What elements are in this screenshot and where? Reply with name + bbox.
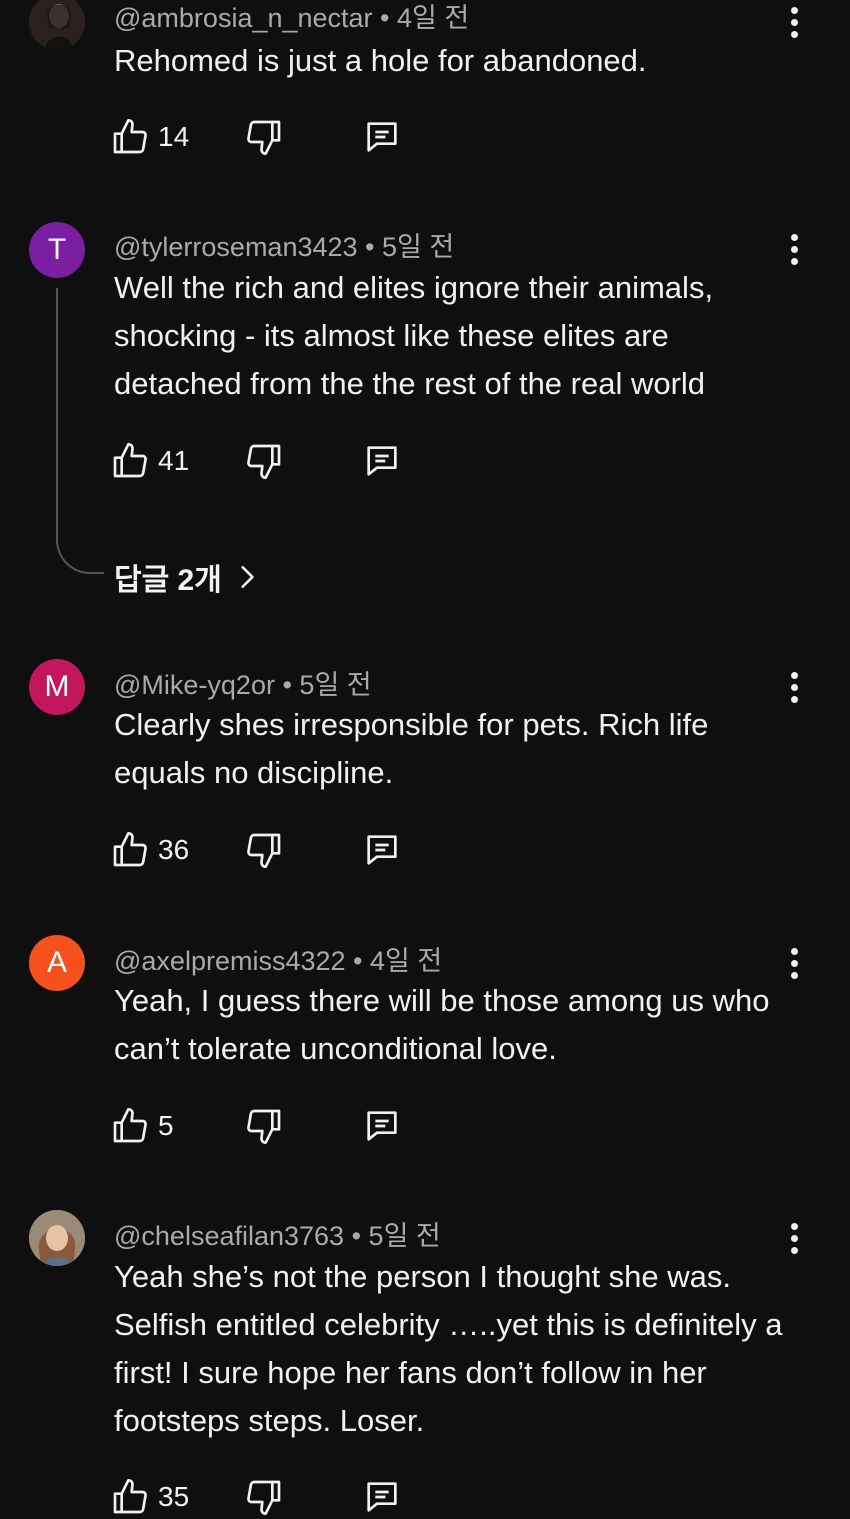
more-vert-icon — [790, 947, 798, 955]
thumb-down-icon — [247, 1480, 281, 1515]
comment-reply-icon — [367, 1482, 397, 1512]
comment-author[interactable]: @axelpremiss4322 — [114, 946, 346, 976]
thumb-down-icon — [247, 444, 281, 479]
avatar-letter: M — [44, 670, 70, 703]
chevron-right-icon — [241, 565, 254, 589]
like-count: 14 — [158, 121, 190, 152]
comment-text: Yeah, I guess there will be those among … — [114, 983, 770, 1066]
thumb-up-icon — [113, 1108, 147, 1143]
avatar[interactable] — [29, 0, 85, 50]
thumb-down-icon — [247, 1109, 281, 1144]
dislike-button[interactable] — [244, 1104, 284, 1148]
comment-time: 5일 전 — [382, 232, 455, 262]
comment-reply-icon — [367, 446, 397, 476]
meta-separator: • — [372, 3, 398, 33]
meta-separator: • — [344, 1221, 369, 1251]
comment-reply-icon — [367, 1111, 397, 1141]
meta-separator: • — [345, 946, 370, 976]
reply-button[interactable] — [362, 1104, 402, 1148]
meta-separator: • — [357, 232, 382, 262]
comment-text: Clearly shes irresponsible for pets. Ric… — [114, 707, 709, 790]
dislike-button[interactable] — [244, 1475, 284, 1519]
avatar[interactable]: T — [29, 222, 85, 278]
more-vert-icon — [790, 1222, 798, 1230]
thumb-down-icon — [247, 120, 281, 156]
like-count: 5 — [158, 1110, 174, 1141]
more-options-button[interactable] — [780, 943, 808, 983]
more-options-button[interactable] — [780, 1218, 808, 1258]
dislike-button[interactable] — [244, 439, 284, 483]
like-button[interactable]: 14 — [110, 115, 189, 159]
comment-author[interactable]: @chelseafilan3763 — [114, 1221, 344, 1251]
meta-separator: • — [274, 670, 300, 700]
avatar-letter: A — [46, 946, 67, 979]
like-button[interactable]: 35 — [110, 1475, 189, 1519]
replies-label: 답글 2개 — [114, 564, 222, 597]
view-replies-button[interactable]: 답글 2개 — [114, 555, 260, 599]
comment-author[interactable]: @tylerroseman3423 — [114, 232, 358, 262]
comment-author[interactable]: @ambrosia_n_nectar — [114, 3, 373, 33]
comment-text: Well the rich and elites ignore their an… — [114, 270, 714, 401]
thread-line — [56, 288, 104, 574]
comment-reply-icon — [367, 122, 397, 152]
more-vert-icon — [790, 233, 798, 241]
avatar[interactable]: M — [29, 659, 85, 715]
thumb-up-icon — [113, 119, 147, 154]
reply-button[interactable] — [362, 115, 402, 159]
more-options-button[interactable] — [780, 2, 808, 42]
comment-time: 5일 전 — [368, 1221, 441, 1251]
like-button[interactable]: 5 — [110, 1104, 174, 1148]
avatar-letter: T — [47, 233, 67, 266]
more-vert-icon — [790, 671, 798, 679]
comment-time: 5일 전 — [299, 670, 372, 700]
reply-button[interactable] — [362, 1475, 402, 1519]
reply-button[interactable] — [362, 828, 402, 872]
like-count: 36 — [158, 834, 190, 865]
avatar[interactable] — [29, 1210, 85, 1266]
comment-time: 4일 전 — [397, 3, 470, 33]
avatar[interactable]: A — [29, 935, 85, 991]
comment-time: 4일 전 — [370, 946, 443, 976]
like-button[interactable]: 41 — [110, 439, 189, 483]
dislike-button[interactable] — [244, 828, 284, 872]
reply-button[interactable] — [362, 439, 402, 483]
like-count: 35 — [158, 1481, 190, 1512]
thumb-up-icon — [113, 832, 147, 867]
like-button[interactable]: 36 — [110, 828, 189, 872]
comment-reply-icon — [367, 835, 397, 865]
thumb-up-icon — [113, 443, 147, 478]
comment-text: Rehomed is just a hole for abandoned. — [114, 43, 647, 78]
dislike-button[interactable] — [244, 115, 284, 159]
like-count: 41 — [158, 445, 190, 476]
more-vert-icon — [790, 6, 798, 14]
more-options-button[interactable] — [780, 667, 808, 707]
thumb-down-icon — [247, 833, 281, 868]
more-options-button[interactable] — [780, 229, 808, 269]
thumb-up-icon — [113, 1479, 147, 1514]
comment-text: Yeah she’s not the person I thought she … — [114, 1259, 783, 1438]
comment-author[interactable]: @Mike-yq2or — [114, 670, 275, 700]
